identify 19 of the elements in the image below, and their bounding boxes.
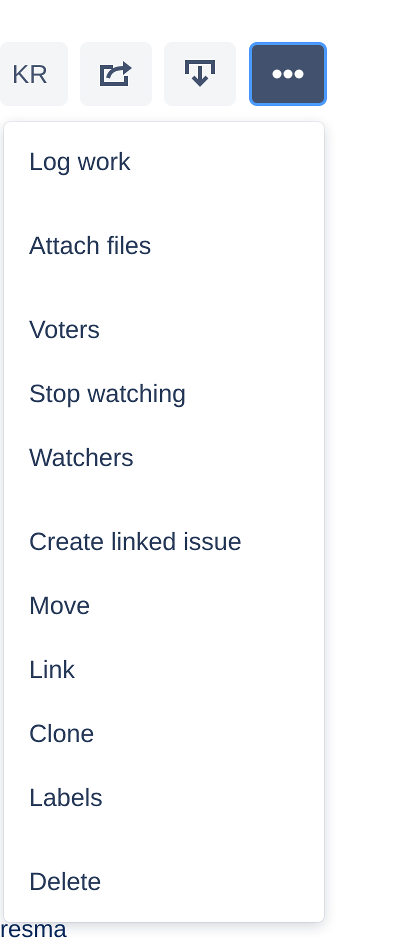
- okr-button[interactable]: KR: [0, 42, 68, 106]
- menu-item[interactable]: Move: [4, 574, 324, 638]
- menu-item[interactable]: Attach files: [4, 214, 324, 278]
- menu-item[interactable]: Stop watching: [4, 362, 324, 426]
- menu-item[interactable]: Labels: [4, 766, 324, 830]
- download-tray-icon: [185, 60, 215, 88]
- menu-item[interactable]: Delete: [4, 850, 324, 914]
- more-button[interactable]: [249, 42, 327, 106]
- share-button[interactable]: [80, 42, 152, 106]
- menu-item[interactable]: Create linked issue: [4, 510, 324, 574]
- menu-item[interactable]: Clone: [4, 702, 324, 766]
- menu-item[interactable]: Watchers: [4, 426, 324, 490]
- menu-item[interactable]: Log work: [4, 130, 324, 194]
- link-text: resma: [0, 922, 68, 938]
- menu-item[interactable]: Voters: [4, 298, 324, 362]
- more-icon: [272, 69, 304, 79]
- export-button[interactable]: [164, 42, 236, 106]
- menu-item[interactable]: Link: [4, 638, 324, 702]
- share-icon: [99, 61, 133, 87]
